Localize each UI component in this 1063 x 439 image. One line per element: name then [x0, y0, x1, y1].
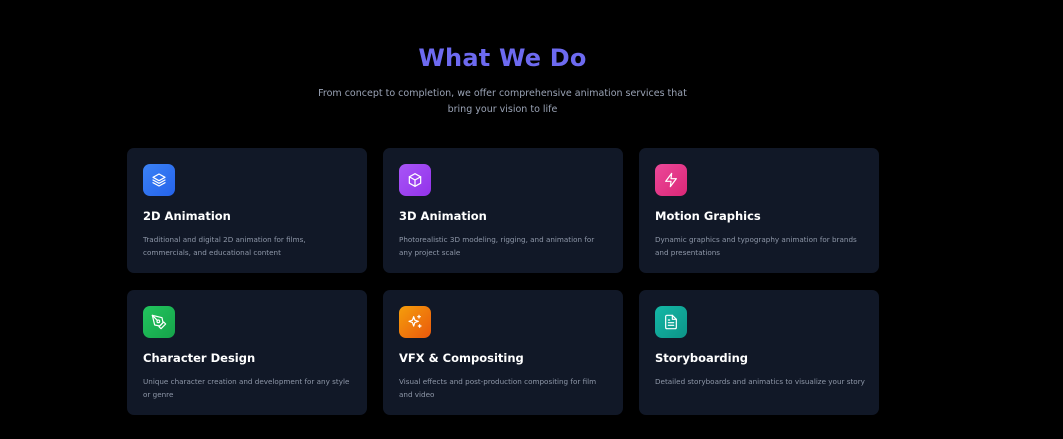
service-description: Dynamic graphics and typography animatio…	[655, 235, 857, 257]
layers-icon	[143, 164, 175, 196]
cube-icon	[399, 164, 431, 196]
service-title: Character Design	[143, 351, 256, 365]
service-title: Motion Graphics	[655, 209, 761, 223]
service-description: Traditional and digital 2D animation for…	[143, 235, 306, 257]
service-title: 2D Animation	[143, 209, 231, 223]
service-title: Storyboarding	[655, 351, 749, 365]
service-card-storyboarding[interactable]: Storyboarding Detailed storyboards and a…	[639, 290, 879, 415]
service-card-character-design[interactable]: Character Design Unique character creati…	[127, 290, 367, 415]
sparkles-icon	[399, 306, 431, 338]
service-card-3d-animation[interactable]: 3D Animation Photorealistic 3D modeling,…	[383, 148, 623, 273]
service-description: Visual effects and post-production compo…	[399, 377, 597, 399]
service-card-2d-animation[interactable]: 2D Animation Traditional and digital 2D …	[127, 148, 367, 273]
section-title: What We Do	[418, 44, 587, 72]
service-card-vfx-compositing[interactable]: VFX & Compositing Visual effects and pos…	[383, 290, 623, 415]
document-icon	[655, 306, 687, 338]
service-title: VFX & Compositing	[399, 351, 524, 365]
service-description: Detailed storyboards and animatics to vi…	[655, 377, 865, 386]
section-subtitle: From concept to completion, we offer com…	[318, 88, 687, 115]
service-card-motion-graphics[interactable]: Motion Graphics Dynamic graphics and typ…	[639, 148, 879, 273]
service-title: 3D Animation	[399, 209, 487, 223]
lightning-icon	[655, 164, 687, 196]
service-description: Photorealistic 3D modeling, rigging, and…	[399, 235, 595, 257]
pen-tool-icon	[143, 306, 175, 338]
service-description: Unique character creation and developmen…	[143, 377, 350, 399]
